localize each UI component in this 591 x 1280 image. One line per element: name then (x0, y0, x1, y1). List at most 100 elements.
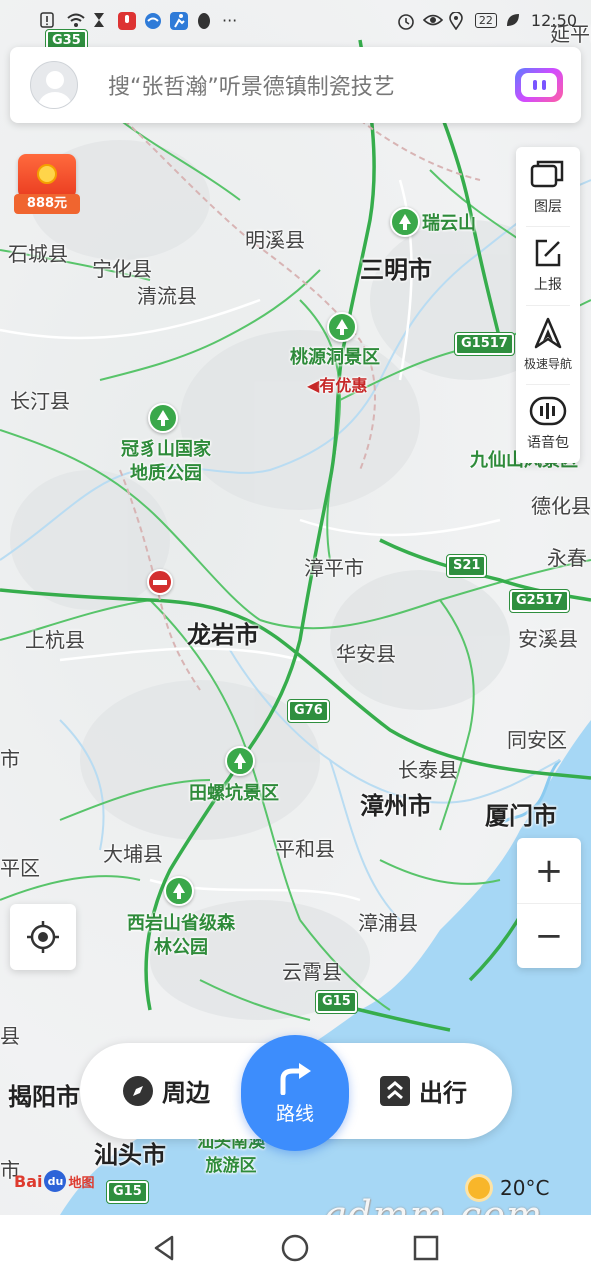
map-label-county[interactable]: 明溪县 (245, 224, 305, 253)
hourglass-icon (92, 12, 110, 28)
map-label-county[interactable]: 德化县 (531, 490, 591, 519)
qq-icon (196, 12, 214, 29)
crosshair-icon (27, 921, 59, 953)
back-icon[interactable] (150, 1233, 180, 1263)
scenic-tree-icon[interactable] (148, 403, 178, 433)
zoom-out-button[interactable]: − (517, 903, 581, 968)
recents-icon[interactable] (411, 1233, 441, 1263)
baidu-map-logo: Bai du 地图 (14, 1170, 95, 1192)
travel-icon (380, 1075, 410, 1106)
voice-assistant-button[interactable] (515, 68, 563, 102)
map-label-county[interactable]: 安溪县 (518, 623, 578, 652)
scenic-label[interactable]: 瑞云山 (422, 212, 476, 236)
map-label-city[interactable]: 汕头市 (94, 1135, 166, 1170)
scenic-tree-icon[interactable] (390, 207, 420, 237)
map-label-city[interactable]: 厦门市 (485, 796, 557, 831)
report-icon (535, 239, 561, 266)
map-label-county[interactable]: 平和县 (275, 833, 335, 862)
battery-icon: 22 (474, 12, 497, 28)
status-right: 22 12:50 (397, 10, 577, 31)
red-packet-button[interactable]: 888元 (12, 144, 82, 216)
map-label-county[interactable]: 市 (0, 743, 20, 772)
running-icon (170, 12, 188, 30)
map-label-city[interactable]: 揭阳市 (8, 1077, 80, 1112)
coin-icon (37, 164, 57, 184)
scenic-tree-icon[interactable] (164, 876, 194, 906)
leaf-icon (505, 12, 523, 28)
search-input[interactable]: 搜“张哲瀚”听景德镇制瓷技艺 (108, 69, 515, 101)
highway-shield: G15 (315, 990, 358, 1014)
map-label-county[interactable]: 长泰县 (398, 754, 458, 783)
map-label-county[interactable]: 云霄县 (282, 956, 342, 985)
map-label-city[interactable]: 漳州市 (360, 786, 432, 821)
map-label-county[interactable]: 平区 (0, 852, 40, 881)
status-left: ··· (40, 11, 237, 30)
scenic-label[interactable]: 冠豸山国家地质公园 (113, 438, 219, 486)
route-label: 路线 (275, 1102, 314, 1125)
map-label-county[interactable]: 漳平市 (304, 552, 364, 581)
more-icon: ··· (222, 10, 238, 30)
search-bar[interactable]: 搜“张哲瀚”听景德镇制瓷技艺 (10, 47, 581, 123)
map-label-city[interactable]: 龙岩市 (187, 615, 259, 650)
layers-label: 图层 (534, 198, 562, 215)
map-label-county[interactable]: 华安县 (336, 638, 396, 667)
browser-icon (144, 12, 162, 29)
report-label: 上报 (534, 276, 562, 293)
fast-navigation-label: 极速导航 (523, 357, 572, 371)
promo-text: 有优惠 (319, 376, 368, 395)
nearby-label: 周边 (162, 1079, 210, 1107)
map-label-county[interactable]: 漳浦县 (358, 907, 418, 936)
scenic-label[interactable]: 田螺坑景区 (189, 782, 279, 806)
travel-label: 出行 (419, 1079, 467, 1107)
scenic-label[interactable]: 桃源洞景区 (290, 346, 380, 370)
paw-icon: du (44, 1170, 67, 1192)
route-button[interactable]: 路线 (241, 1035, 349, 1151)
layers-button[interactable]: 图层 (516, 147, 580, 226)
scenic-label[interactable]: 西岩山省级森林公园 (126, 912, 236, 960)
nearby-button[interactable]: 周边 (122, 1073, 210, 1108)
voice-pack-icon (529, 396, 567, 425)
map-label-county[interactable]: 大埔县 (103, 838, 163, 867)
map-label-county[interactable]: 县 (0, 1020, 20, 1049)
highway-shield: G2517 (509, 589, 570, 613)
scenic-tree-icon[interactable] (327, 312, 357, 342)
mic-app-icon (118, 12, 136, 30)
avatar[interactable] (30, 61, 78, 109)
map-tools-panel: 图层 上报 极速导航 语音包 (516, 147, 580, 463)
map-label-county[interactable]: 同安区 (507, 724, 567, 753)
layers-icon (530, 160, 564, 187)
status-bar: ··· 22 12:50 (0, 0, 591, 40)
fast-navigation-button[interactable]: 极速导航 (516, 305, 580, 384)
speaker-icon: ◀ (307, 376, 320, 395)
voice-pack-label: 语音包 (527, 434, 569, 451)
navigation-icon (534, 317, 562, 349)
scenic-tree-icon[interactable] (225, 746, 255, 776)
home-icon[interactable] (280, 1233, 310, 1263)
voice-assistant-icon (521, 73, 557, 97)
logo-text: Bai (14, 1171, 43, 1191)
voice-pack-button[interactable]: 语音包 (516, 384, 580, 463)
map-label-county[interactable]: 上杭县 (25, 624, 85, 653)
eye-icon (422, 12, 444, 28)
report-button[interactable]: 上报 (516, 226, 580, 305)
map-canvas[interactable]: G35 G1517 S21 G2517 G76 G15 G15 延平区 明溪县 … (0, 0, 591, 1215)
zoom-in-button[interactable]: + (517, 838, 581, 903)
zoom-control: + − (517, 838, 581, 968)
map-label-county[interactable]: 宁化县 (92, 253, 152, 282)
alert-icon (40, 12, 58, 28)
locate-me-button[interactable] (10, 904, 76, 970)
travel-button[interactable]: 出行 (379, 1073, 467, 1108)
logo-text: 地图 (68, 1175, 95, 1191)
alarm-icon (397, 12, 415, 30)
map-label-city[interactable]: 三明市 (360, 250, 432, 285)
map-label-county[interactable]: 长汀县 (10, 385, 70, 414)
map-label-county[interactable]: 永春 (547, 542, 587, 571)
location-icon (449, 11, 467, 31)
map-label-county[interactable]: 石城县 (8, 238, 68, 267)
road-closure-icon[interactable] (147, 569, 173, 595)
status-time: 12:50 (530, 10, 577, 30)
promo-label[interactable]: ◀有优惠 (307, 372, 367, 396)
map-label-county[interactable]: 清流县 (137, 280, 197, 309)
system-nav-bar (0, 1215, 591, 1280)
wifi-icon (66, 12, 85, 28)
